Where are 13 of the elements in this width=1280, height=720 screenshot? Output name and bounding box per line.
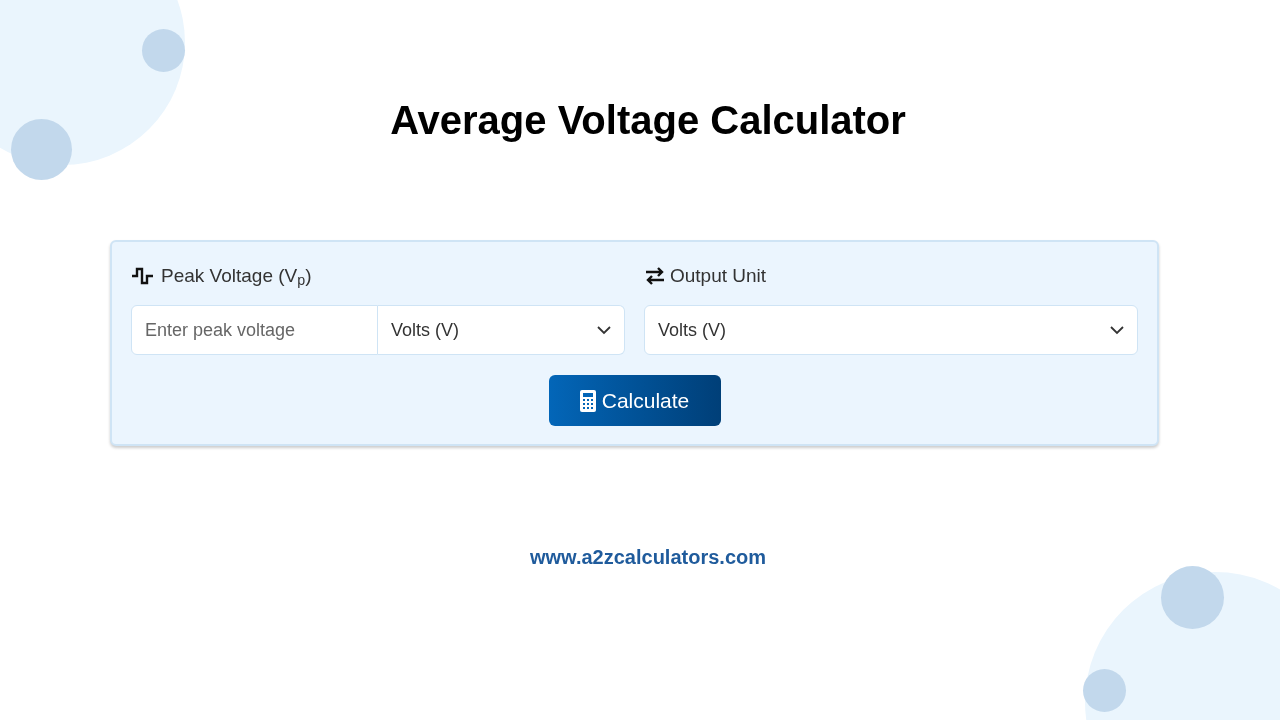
field-label: Peak Voltage (V$_{p}$) [161, 263, 312, 291]
website-url: www.a2zcalculators.com [530, 545, 766, 570]
unit-dropdown[interactable]: Volts (V) [378, 305, 625, 355]
chevron-down-icon [1110, 325, 1124, 335]
calculate-button[interactable]: Calculate [548, 375, 721, 426]
square-wave-icon [131, 267, 155, 285]
swap-arrows-icon [644, 266, 666, 286]
peak-voltage-input[interactable]: Enter peak voltage [131, 305, 378, 355]
page-title: Average Voltage Calculator [390, 97, 906, 144]
calculator-icon [579, 389, 596, 412]
chevron-down-icon [597, 325, 611, 335]
output-unit-dropdown[interactable]: Volts (V) [644, 305, 1138, 355]
field-label: Output Unit [670, 263, 767, 288]
